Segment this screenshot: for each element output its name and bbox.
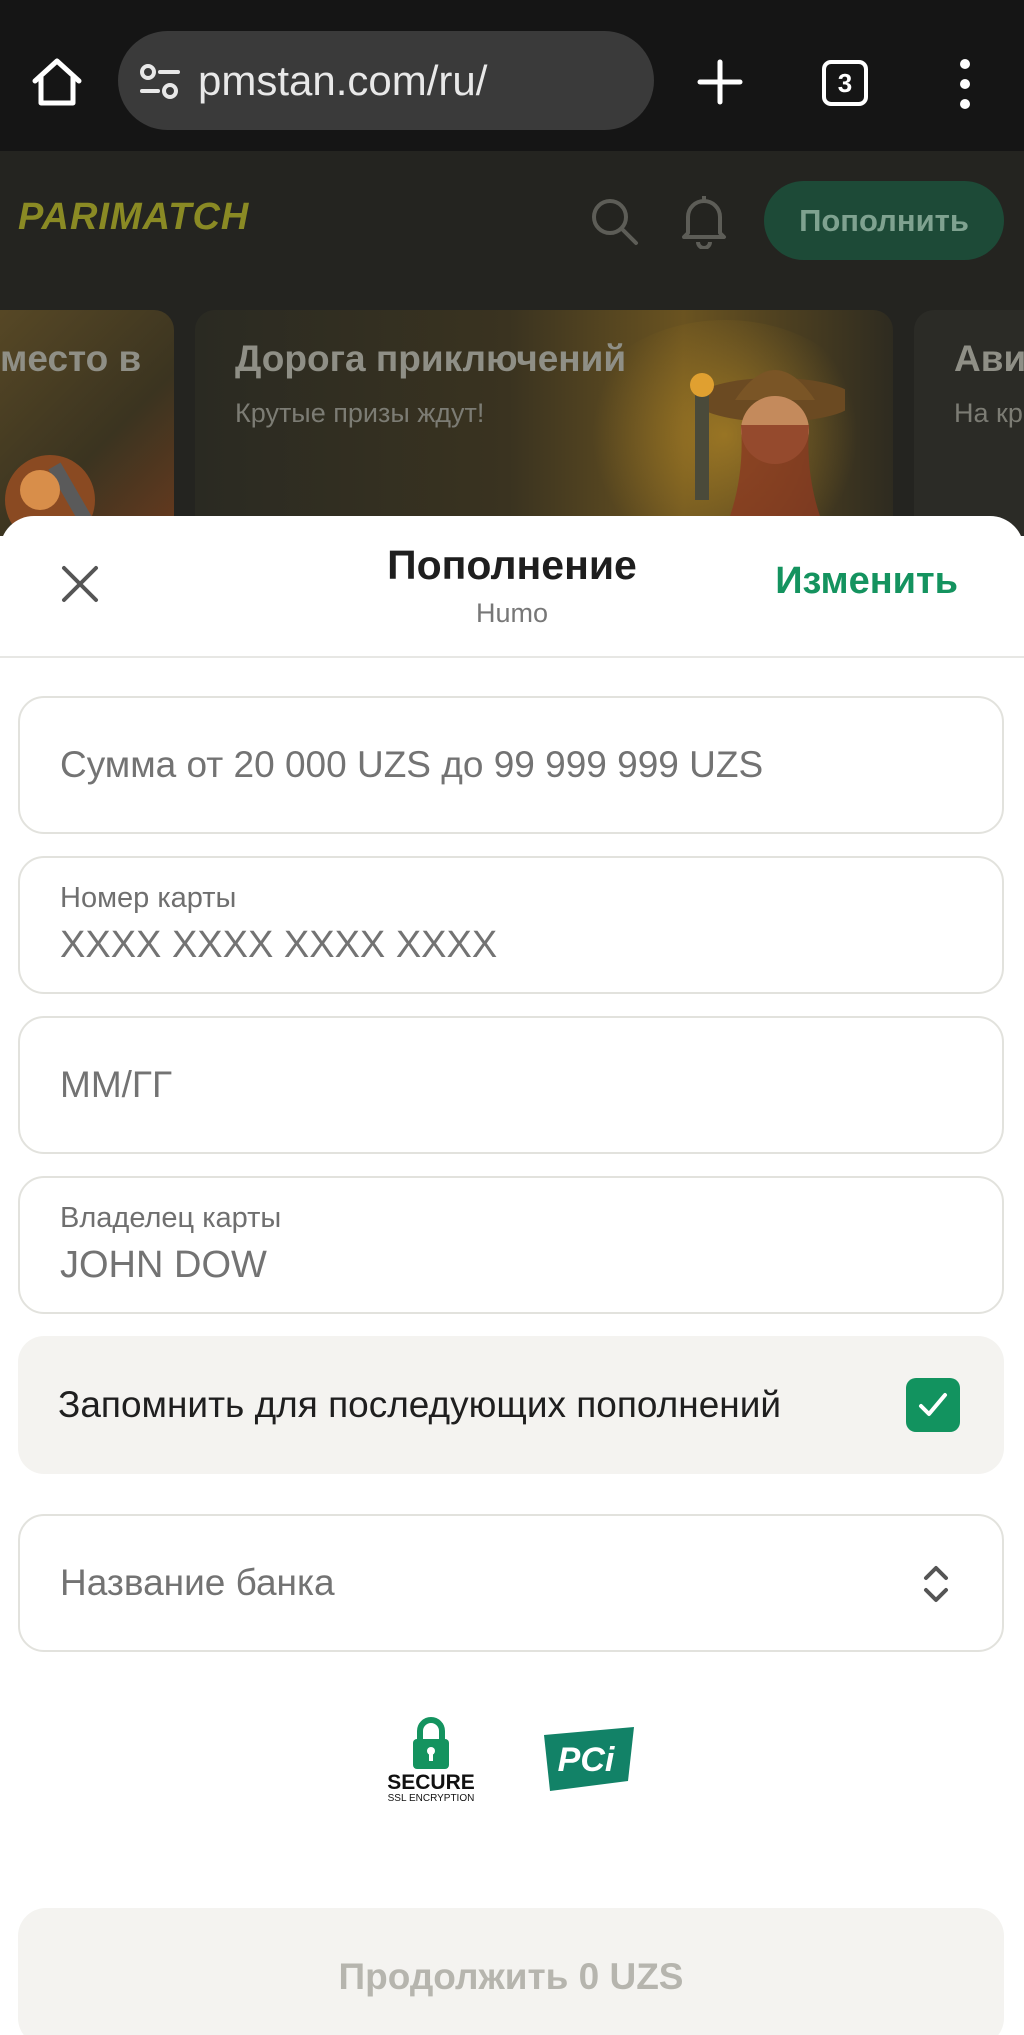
svg-text:SSL ENCRYPTION: SSL ENCRYPTION (388, 1793, 475, 1803)
remember-card-checkbox[interactable] (906, 1378, 960, 1432)
banner-subtitle: На кр (954, 398, 1023, 428)
site-settings-icon[interactable] (138, 60, 182, 104)
banner-title: место в (0, 338, 142, 379)
url-text: pmstan.com/ru/ (198, 57, 488, 104)
card-holder-label: Владелец карты (60, 1202, 282, 1234)
continue-button[interactable]: Продолжить 0 UZS (18, 1908, 1004, 2035)
promo-banner[interactable]: Ави На кр (914, 310, 1024, 536)
home-icon[interactable] (30, 55, 84, 109)
banner-art (690, 370, 845, 530)
svg-text:PCi: PCi (558, 1741, 616, 1779)
promo-carousel[interactable]: место в Дорога приключений Крутые призы … (0, 286, 1024, 536)
deposit-sheet: Пополнение Humo Изменить Сумма от 20 000… (0, 516, 1024, 2035)
promo-banner[interactable]: Дорога приключений Крутые призы ждут! (195, 310, 893, 536)
pci-badge: PCi (544, 1727, 634, 1791)
divider (0, 656, 1024, 658)
expiry-placeholder: ММ/ГГ (60, 1064, 172, 1105)
bank-name-placeholder: Название банка (60, 1562, 335, 1603)
expiry-field[interactable]: ММ/ГГ (18, 1016, 1004, 1154)
secure-ssl-badge: SECURE SSL ENCRYPTION (387, 1717, 475, 1803)
search-icon[interactable] (588, 195, 640, 247)
bank-name-select[interactable]: Название банка (18, 1514, 1004, 1652)
banner-title: Ави (954, 338, 1024, 379)
amount-placeholder: Сумма от 20 000 UZS до 99 999 999 UZS (60, 744, 764, 785)
parimatch-logo[interactable]: PARIMATCH (18, 196, 249, 239)
banner-subtitle: Крутые призы ждут! (235, 398, 485, 428)
card-number-label: Номер карты (60, 882, 237, 914)
site-header: PARIMATCH Пополнить (0, 151, 1024, 286)
promo-banner[interactable]: место в (0, 310, 174, 536)
remember-card-label: Запомнить для последующих пополнений (58, 1384, 782, 1425)
checkmark-icon (919, 1393, 947, 1416)
banner-title: Дорога приключений (235, 338, 627, 379)
new-tab-icon[interactable] (696, 58, 744, 106)
address-bar[interactable]: pmstan.com/ru/ (118, 31, 654, 130)
tab-switcher-button[interactable]: 3 (822, 60, 868, 106)
card-number-field[interactable]: Номер карты XXXX XXXX XXXX XXXX (18, 856, 1004, 994)
change-method-link[interactable]: Изменить (775, 560, 958, 603)
card-holder-field[interactable]: Владелец карты JOHN DOW (18, 1176, 1004, 1314)
more-menu-icon[interactable] (950, 54, 980, 114)
deposit-button[interactable]: Пополнить (764, 181, 1004, 260)
select-arrows-icon (924, 1566, 948, 1602)
amount-input[interactable]: Сумма от 20 000 UZS до 99 999 999 UZS (18, 696, 1004, 834)
card-holder-placeholder: JOHN DOW (60, 1244, 267, 1286)
bell-icon[interactable] (678, 193, 730, 249)
browser-toolbar: pmstan.com/ru/ 3 (0, 0, 1024, 151)
svg-text:SECURE: SECURE (387, 1771, 475, 1794)
remember-card-row[interactable]: Запомнить для последующих пополнений (18, 1336, 1004, 1474)
card-number-placeholder: XXXX XXXX XXXX XXXX (60, 924, 498, 966)
